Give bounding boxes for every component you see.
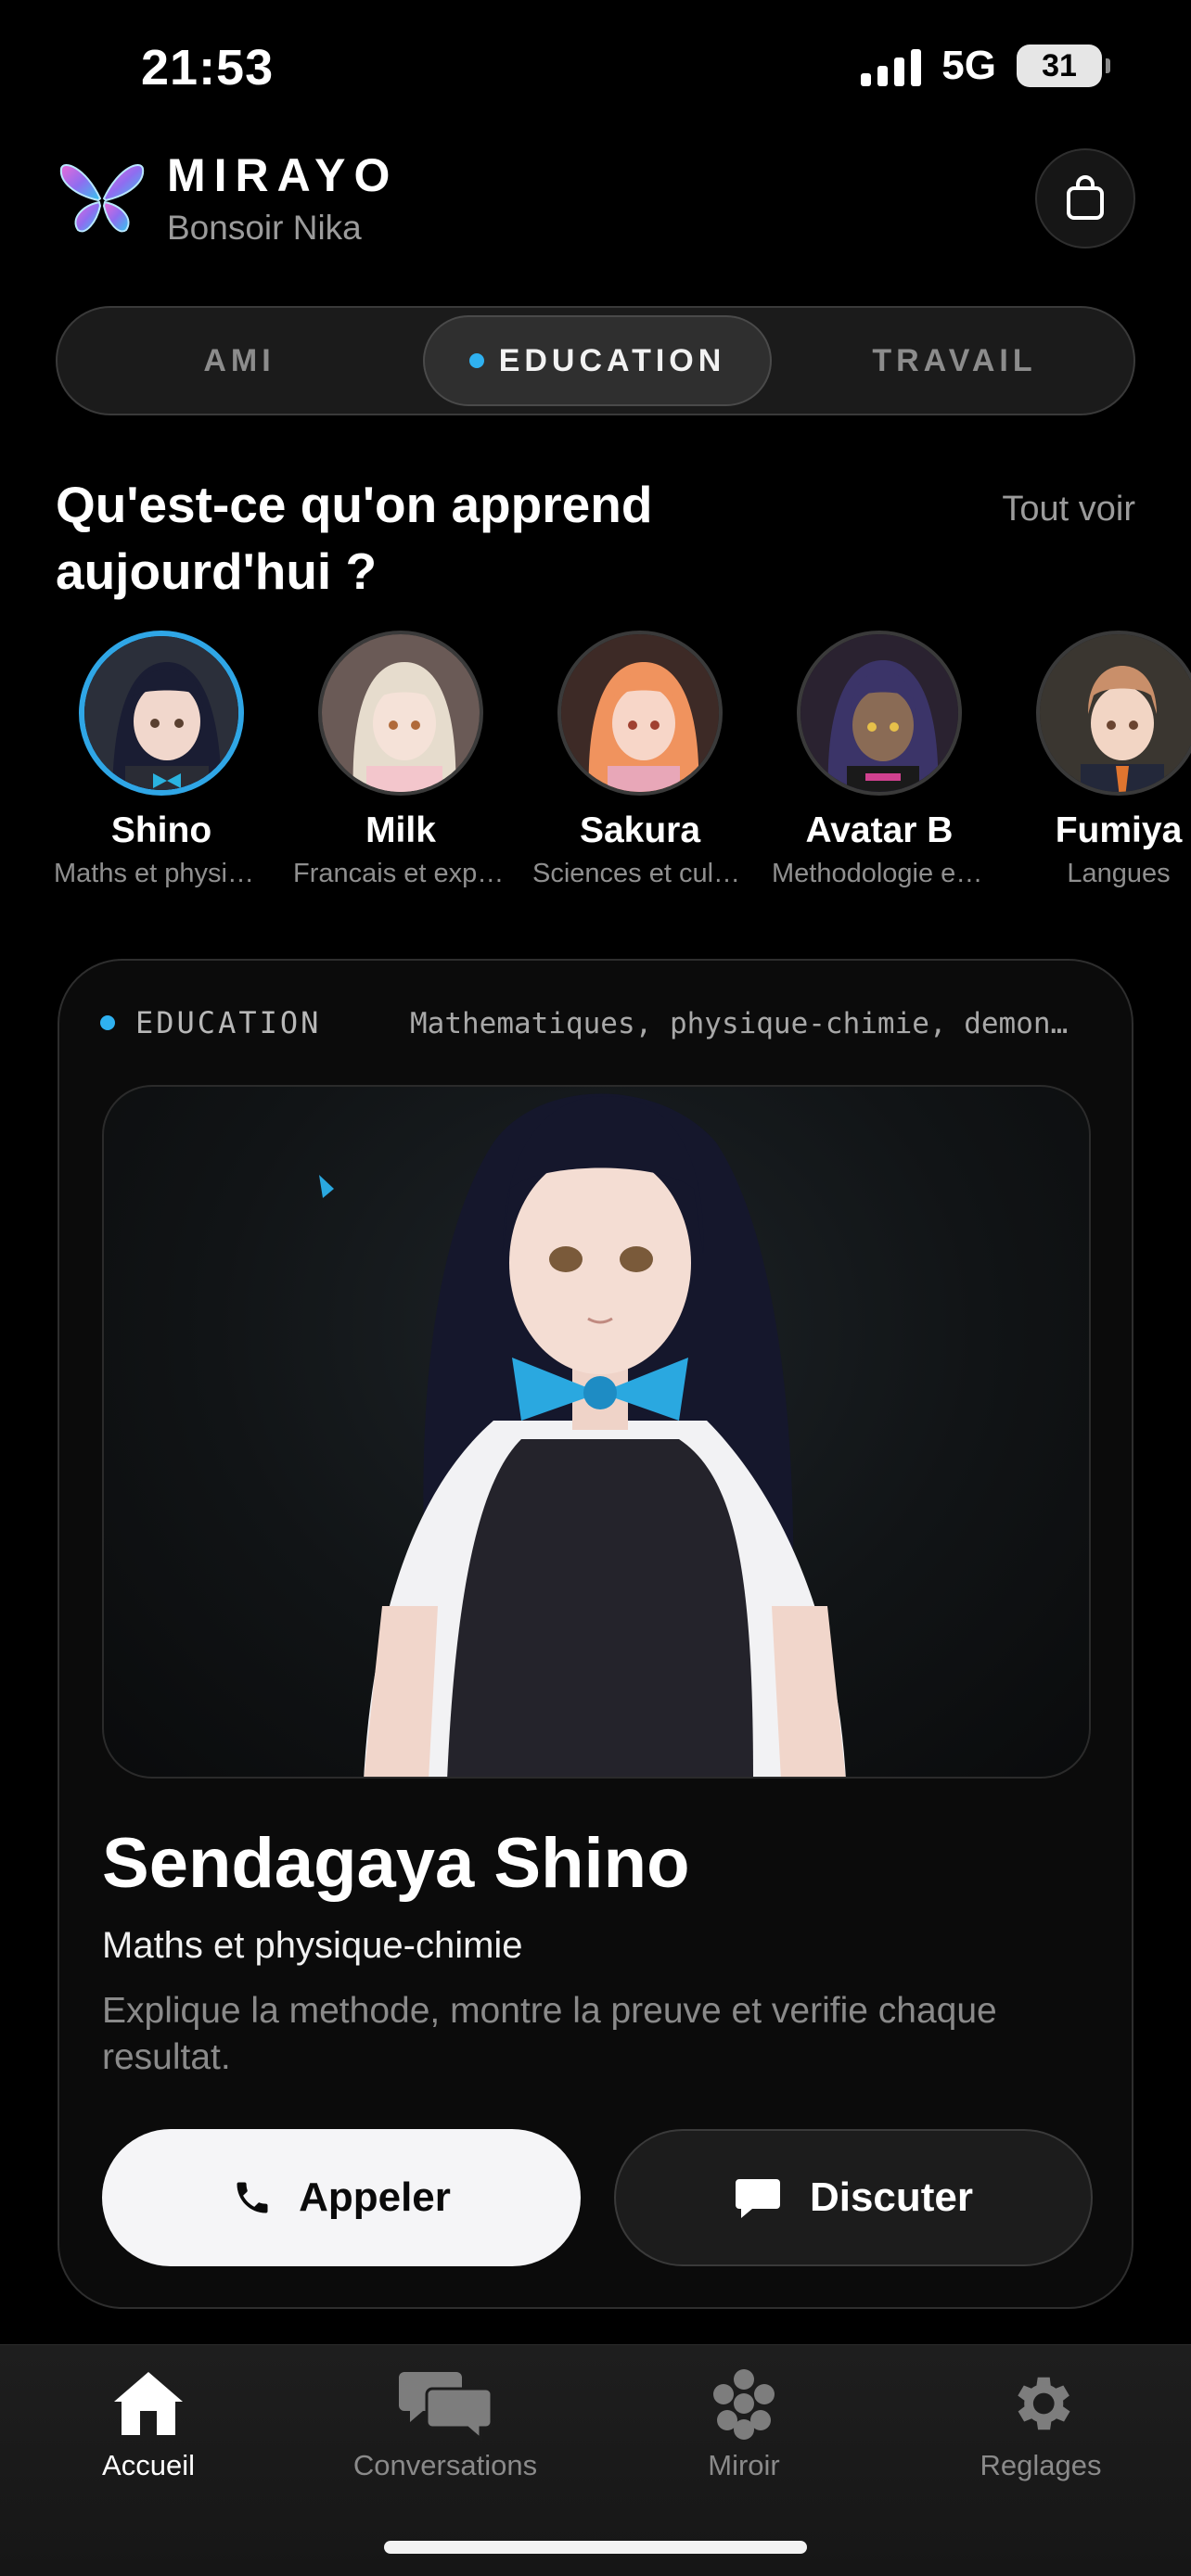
active-dot-icon [468, 353, 484, 368]
avatar-item-avatar-b[interactable]: Avatar B Methodologie et organisation [768, 631, 991, 889]
avatar-name: Sakura [579, 810, 701, 850]
tab-label: TRAVAIL [872, 342, 1037, 378]
avatar [557, 631, 723, 796]
signal-icon [861, 45, 922, 86]
tab-travail[interactable]: TRAVAIL [783, 315, 1126, 406]
butterfly-logo-icon [59, 164, 145, 233]
character-subject: Maths et physique-chimie [102, 1925, 523, 1966]
nav-item-accueil[interactable]: Accueil [9, 2364, 288, 2482]
nav-item-conversations[interactable]: Conversations [306, 2364, 584, 2482]
call-label: Appeler [299, 2174, 451, 2220]
avatar-subtitle: Sciences et culture [532, 859, 751, 888]
bag-icon [1067, 175, 1104, 220]
avatar [797, 631, 962, 796]
avatar-subtitle: Methodologie et organisation [772, 859, 991, 888]
home-indicator[interactable] [384, 2541, 807, 2554]
home-icon [114, 2372, 183, 2435]
gear-icon [1018, 2377, 1070, 2430]
avatar-name: Fumiya [1055, 810, 1183, 850]
avatar [318, 631, 483, 796]
avatar-name: Avatar B [805, 810, 954, 850]
category-label: EDUCATION [135, 1005, 322, 1040]
chat-bubble-icon [735, 2179, 780, 2218]
subject-line: Mathematiques, physique-chimie, demonstr… [410, 1007, 1078, 1040]
category-dot-icon [100, 1015, 115, 1030]
battery-icon: 31 [1017, 45, 1110, 87]
see-all-link[interactable]: Tout voir [1002, 490, 1135, 529]
flower-dots-icon [713, 2369, 775, 2440]
nav-label: Conversations [352, 2449, 538, 2481]
nav-label: Miroir [708, 2449, 780, 2481]
avatar-item-shino[interactable]: Shino Maths et physique-chimie [50, 631, 273, 889]
mode-tabs: AMI EDUCATION TRAVAIL [56, 306, 1135, 415]
app-title: MIRAYO [167, 149, 399, 201]
greeting: Bonsoir Nika [167, 209, 362, 247]
avatar-subtitle: Maths et physique-chimie [54, 859, 273, 888]
character-description: Explique la methode, montre la preuve et… [102, 1991, 997, 2077]
bag-button[interactable] [1035, 148, 1135, 249]
avatar-subtitle: Langues [1067, 859, 1171, 888]
chat-label: Discuter [809, 2174, 974, 2220]
nav-label: Accueil [102, 2449, 195, 2481]
nav-item-miroir[interactable]: Miroir [605, 2364, 883, 2482]
section-title: Qu'est-ce qu'on apprend aujourd'hui ? [56, 476, 653, 600]
nav-item-reglages[interactable]: Reglages [902, 2364, 1180, 2482]
avatar-item-fumiya[interactable]: Fumiya Langues [1007, 631, 1191, 889]
avatar-item-milk[interactable]: Milk Francais et expression [289, 631, 512, 889]
character-portrait [102, 1085, 1091, 1779]
nav-label: Reglages [980, 2449, 1102, 2481]
call-button[interactable]: Appeler [102, 2129, 581, 2266]
category-tag: EDUCATION [100, 1005, 321, 1040]
chat-bubbles-icon [399, 2372, 492, 2441]
tab-label: EDUCATION [498, 342, 726, 378]
avatar-subtitle: Francais et expression [293, 859, 512, 888]
avatar-carousel[interactable]: Shino Maths et physique-chimie Milk Fran… [0, 631, 1191, 909]
status-time: 21:53 [141, 40, 275, 96]
tab-ami[interactable]: AMI [67, 315, 412, 406]
avatar [79, 631, 244, 796]
chat-button[interactable]: Discuter [614, 2129, 1093, 2266]
status-indicators: 5G 31 [861, 43, 1110, 89]
tab-label: AMI [203, 342, 275, 378]
avatar-name: Milk [365, 810, 436, 850]
avatar-name: Shino [110, 810, 212, 850]
character-name: Sendagaya Shino [102, 1824, 690, 1903]
featured-card[interactable]: EDUCATION Mathematiques, physique-chimie… [58, 959, 1133, 2309]
avatar [1036, 631, 1191, 796]
tab-education[interactable]: EDUCATION [423, 315, 772, 406]
avatar-item-sakura[interactable]: Sakura Sciences et culture [529, 631, 751, 889]
network-label: 5G [941, 43, 996, 88]
phone-icon [237, 2182, 268, 2213]
